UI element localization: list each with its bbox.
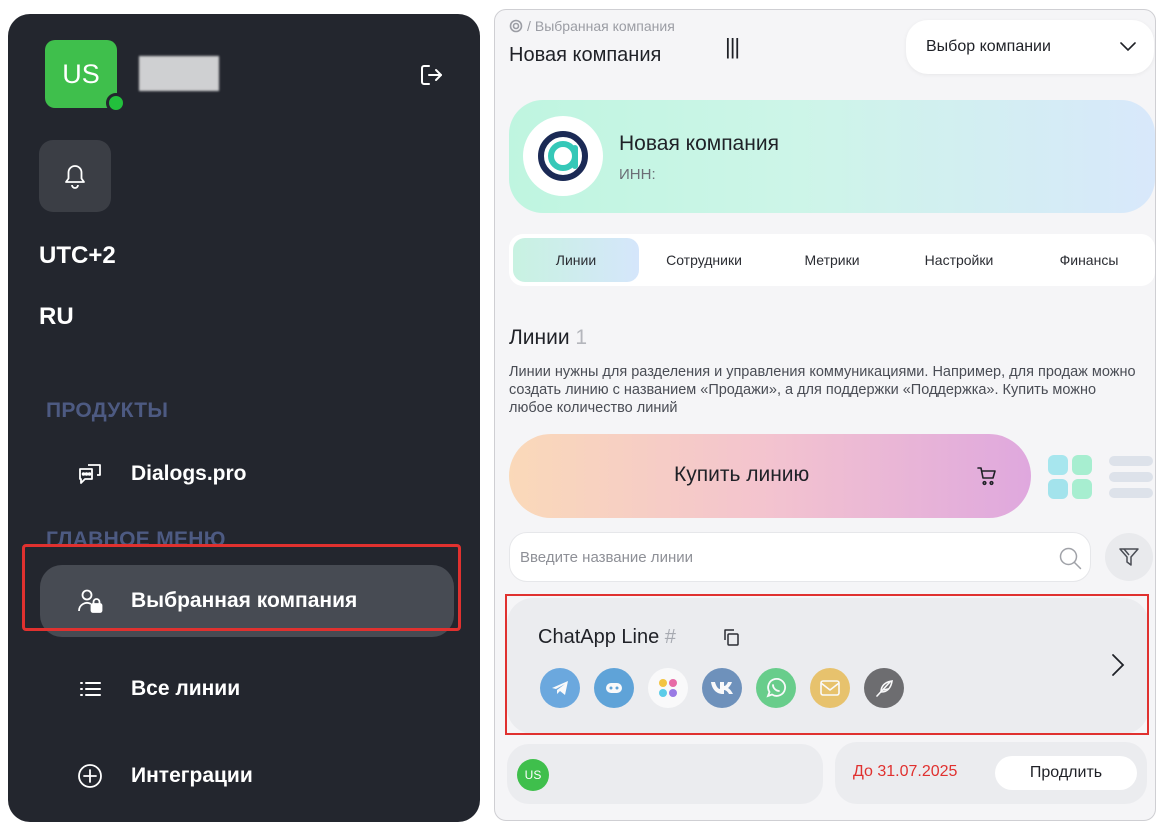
company-select-label: Выбор компании [926,38,1051,55]
telegram-bot-icon [594,668,634,708]
company-inn: ИНН: [619,166,656,183]
user-lock-icon [76,587,104,615]
breadcrumb: / Выбранная компания [509,18,675,34]
company-select-dropdown[interactable]: Выбор компании [906,20,1154,74]
messengers-list [540,668,904,708]
username-redacted [139,56,219,91]
breadcrumb-current[interactable]: Выбранная компания [535,18,675,34]
sidebar-item-label: Dialogs.pro [131,462,247,485]
lines-title-text: Линии [509,326,570,349]
logout-icon[interactable] [418,62,444,88]
lines-count: 1 [575,326,588,349]
sidebar-item-integrations[interactable]: Интеграции [40,740,454,812]
cart-icon [977,467,996,486]
grid-icon [1048,455,1092,499]
feather-icon [864,668,904,708]
tabs-bar: Линии Сотрудники Метрики Настройки Финан… [509,234,1155,286]
company-name: Новая компания [619,132,779,155]
drag-handle[interactable]: ||| [725,34,740,60]
sidebar: US UTC+2 RU ПРОДУКТЫ Dialogs.pro ГЛАВНОЕ… [8,14,480,822]
notifications-button[interactable] [39,140,111,212]
company-logo [523,116,603,196]
buy-line-label: Купить линию [674,463,810,486]
line-hash: # [664,626,676,648]
chevron-down-icon [1120,42,1136,52]
chat-dots-icon [76,460,104,488]
company-logo-icon [538,131,588,181]
tab-lines[interactable]: Линии [513,238,639,282]
sidebar-item-label: Все линии [131,677,241,700]
language-label[interactable]: RU [39,303,74,331]
company-logo-small-icon [509,19,523,33]
whatsapp-icon [756,668,796,708]
line-name-text: ChatApp Line [538,626,660,648]
tab-finance[interactable]: Финансы [1029,238,1149,282]
multi-dots-icon [648,668,688,708]
company-card: Новая компания ИНН: [509,100,1155,213]
lines-description: Линии нужны для разделения и управления … [509,364,1136,416]
line-search-input[interactable] [520,545,1040,569]
line-card[interactable]: ChatApp Line # [507,598,1149,734]
filter-button[interactable] [1105,533,1153,581]
line-name: ChatApp Line # [538,626,676,649]
line-search [509,532,1091,582]
bell-icon [65,165,85,189]
breadcrumb-separator: / [527,18,531,34]
list-view-toggle[interactable] [1109,456,1153,498]
sidebar-item-selected-company[interactable]: Выбранная компания [40,565,454,637]
list-view-icon [1109,456,1153,498]
sidebar-item-all-lines[interactable]: Все линии [40,653,454,725]
products-section-title: ПРОДУКТЫ [46,399,169,422]
line-owner-panel: US [507,744,823,804]
main-panel: / Выбранная компания Новая компания ||| … [494,9,1156,821]
tab-metrics[interactable]: Метрики [777,238,887,282]
lines-title: Линии 1 [509,326,587,350]
vk-icon [702,668,742,708]
copy-icon[interactable] [722,628,740,646]
tab-settings[interactable]: Настройки [899,238,1019,282]
filter-icon [1119,548,1139,566]
search-icon[interactable] [1058,546,1082,570]
expiry-date: До 31.07.2025 [853,763,958,780]
email-icon [810,668,850,708]
sidebar-item-label: Интеграции [131,764,253,787]
extend-button[interactable]: Продлить [995,756,1137,790]
avatar[interactable]: US [517,759,549,791]
telegram-icon [540,668,580,708]
plus-circle-icon [76,762,104,790]
timezone-label[interactable]: UTC+2 [39,242,116,270]
online-status-dot [106,93,126,113]
list-icon [76,675,104,703]
buy-line-button[interactable]: Купить линию [509,434,1031,518]
chevron-right-icon[interactable] [1111,653,1125,677]
subscription-panel: До 31.07.2025 Продлить [835,742,1147,804]
page-title: Новая компания [509,44,662,66]
tab-employees[interactable]: Сотрудники [644,238,764,282]
main-menu-section-title: ГЛАВНОЕ МЕНЮ [46,528,226,551]
sidebar-item-dialogs-pro[interactable]: Dialogs.pro [40,438,454,510]
grid-view-toggle[interactable] [1048,455,1092,499]
sidebar-item-label: Выбранная компания [131,589,358,612]
